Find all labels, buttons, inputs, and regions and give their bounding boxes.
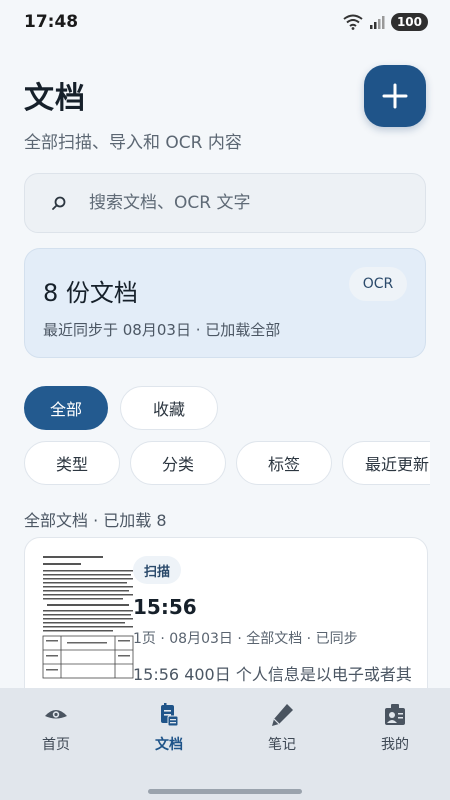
filter-chip-category[interactable]: 分类 <box>130 441 226 485</box>
document-card[interactable]: 扫描 15:56 1页 · 08月03日 · 全部文档 · 已同步 15:56 … <box>24 537 428 707</box>
page-title: 文档 <box>24 81 86 116</box>
status-bar: 17:48 100 <box>0 0 450 44</box>
page-subtitle: 全部扫描、导入和 OCR 内容 <box>24 133 242 153</box>
ocr-badge[interactable]: OCR <box>349 267 407 301</box>
search-bar[interactable] <box>24 173 426 233</box>
document-title: 15:56 <box>133 595 197 619</box>
nav-label-documents: 文档 <box>155 737 183 753</box>
filter-chip-all[interactable]: 全部 <box>24 386 108 430</box>
nav-label-profile: 我的 <box>381 737 409 753</box>
profile-icon <box>385 704 405 725</box>
document-icon <box>161 703 179 727</box>
document-preview: 15:56 400日 个人信息是以电子或者其 <box>133 665 412 684</box>
section-label: 全部文档 · 已加载 8 <box>24 511 167 530</box>
summary-card: 8 份文档 最近同步于 08月03日 · 已加载全部 OCR <box>24 248 426 358</box>
search-icon <box>52 196 66 210</box>
pen-icon <box>272 704 293 726</box>
status-time: 17:48 <box>24 12 79 32</box>
signal-icon <box>369 16 385 29</box>
battery-indicator: 100 <box>390 13 428 31</box>
nav-item-notes[interactable]: 笔记 <box>226 702 338 762</box>
add-document-button[interactable] <box>364 65 426 127</box>
nav-item-home[interactable]: 首页 <box>0 702 112 762</box>
document-thumbnail <box>39 552 137 682</box>
nav-label-notes: 笔记 <box>268 737 296 753</box>
home-indicator[interactable] <box>148 789 302 794</box>
plus-icon <box>382 83 408 109</box>
secondary-filter-row: 类型 分类 标签 最近更新 <box>24 441 430 491</box>
filter-chip-type[interactable]: 类型 <box>24 441 120 485</box>
nav-item-documents[interactable]: 文档 <box>113 702 225 762</box>
document-meta: 1页 · 08月03日 · 全部文档 · 已同步 <box>133 631 358 647</box>
sync-status: 最近同步于 08月03日 · 已加载全部 <box>43 321 281 339</box>
nav-item-profile[interactable]: 我的 <box>339 702 450 762</box>
document-count: 8 份文档 <box>43 279 138 307</box>
filter-chip-recent[interactable]: 最近更新 <box>342 441 430 485</box>
filter-chip-tags[interactable]: 标签 <box>236 441 332 485</box>
nav-label-home: 首页 <box>42 737 70 753</box>
search-input[interactable] <box>89 193 389 213</box>
bottom-nav: 首页 文档 笔记 我的 <box>0 688 450 800</box>
wifi-icon <box>343 14 363 30</box>
filter-chip-favorites[interactable]: 收藏 <box>120 386 218 430</box>
eye-icon <box>45 710 67 719</box>
status-icons: 100 <box>343 13 428 31</box>
document-type-badge: 扫描 <box>133 556 181 584</box>
